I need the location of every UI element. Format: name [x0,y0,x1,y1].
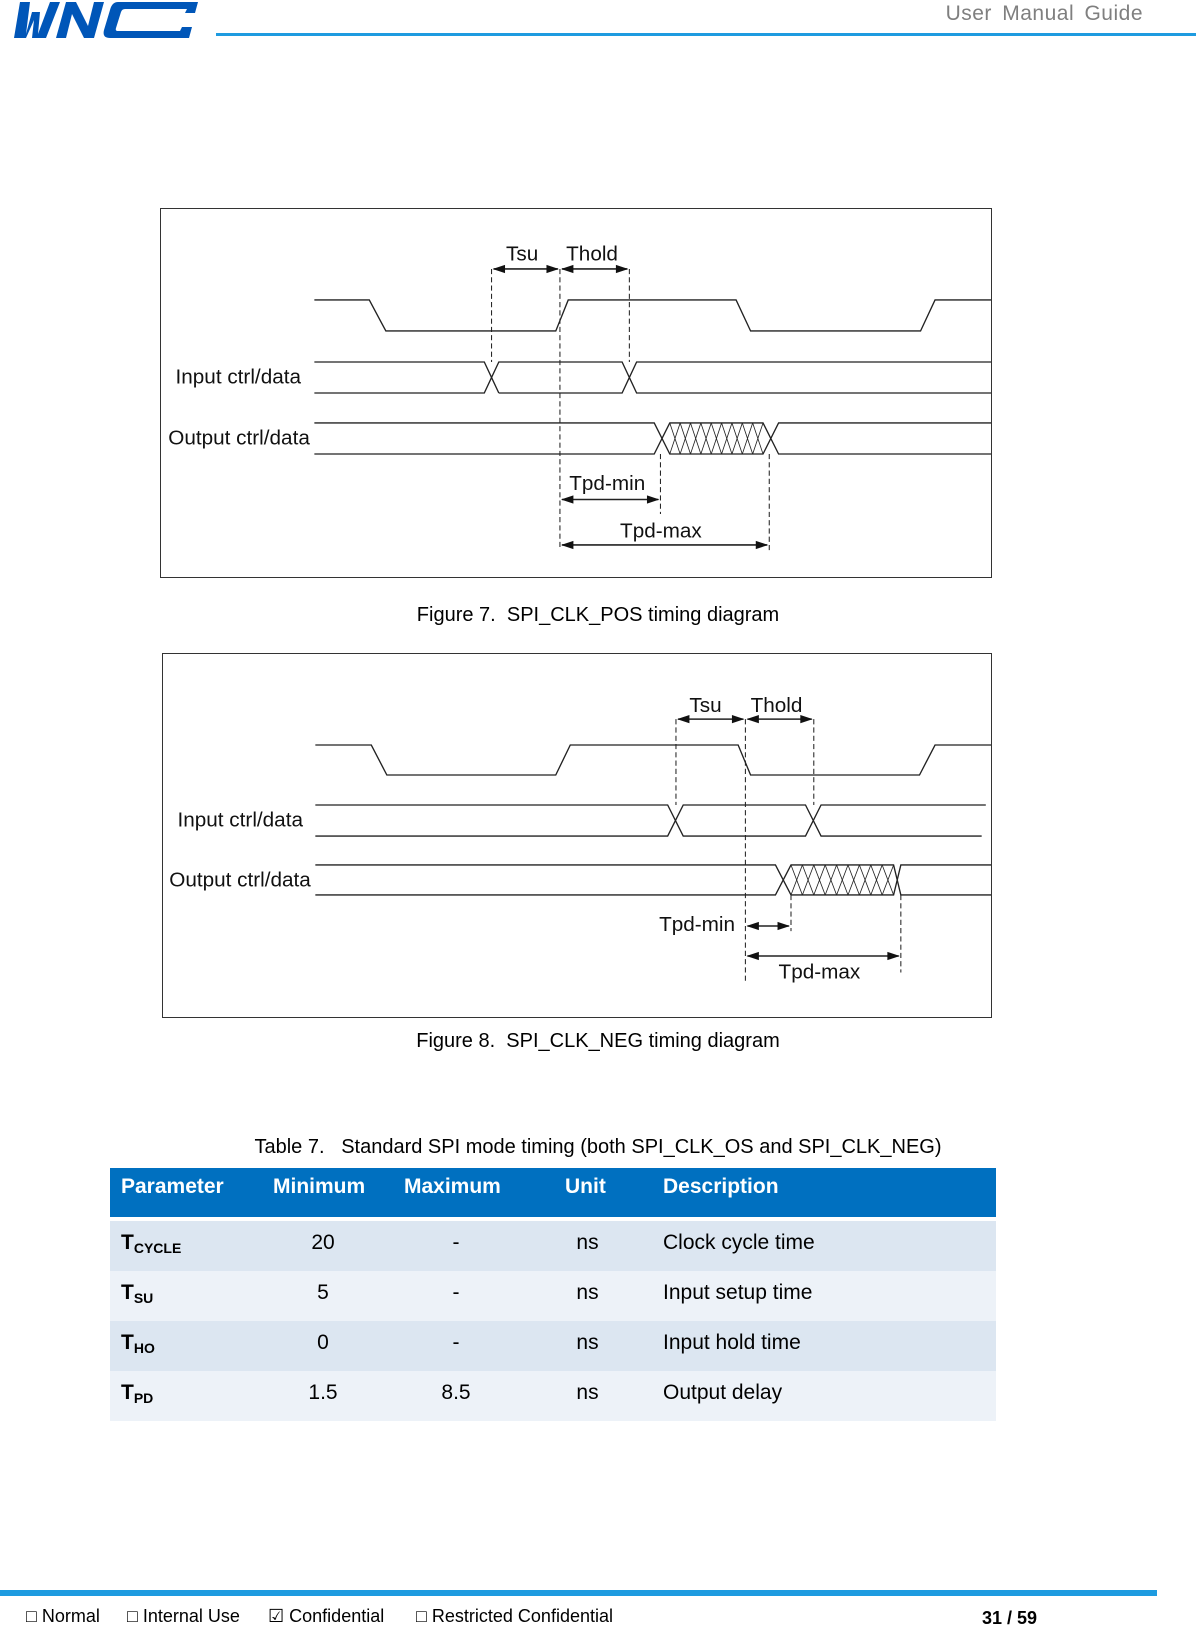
output-waveform [315,864,991,896]
classification-label: Confidential [289,1606,385,1626]
description-cell: Output delay [663,1381,783,1404]
table-row: TSU 5 - ns Input setup time [110,1271,996,1321]
input-label: Input ctrl/data [176,366,302,389]
caption-number: Figure 8. [416,1030,496,1052]
column-header: Parameter [121,1175,224,1198]
figure-7-diagram: Tsu Thold Input ctrl/data Output ctrl/da… [160,208,992,578]
output-label: Output ctrl/data [169,869,311,892]
figure-8-diagram: Tsu Thold Input ctrl/data Output ctrl/da… [162,653,992,1018]
classification-confidential: ☑ Confidential [268,1606,384,1627]
checkbox-empty-icon: □ [416,1606,427,1626]
tsu-label: Tsu [689,694,721,717]
classification-label: Restricted Confidential [431,1606,613,1626]
param-subscript: SU [133,1290,154,1306]
output-waveform [314,422,991,455]
table-header: Parameter Minimum Maximum Unit Descripti… [110,1168,996,1217]
classification-label: Normal [41,1606,100,1626]
min-cell: 1.5 [308,1381,338,1404]
classification-internal-use: □ Internal Use [127,1606,240,1627]
param-subscript: HO [133,1340,155,1356]
classification-normal: □ Normal [26,1606,100,1627]
clock-waveform [315,744,991,776]
thold-label: Thold [566,243,618,266]
tpd-min-label: Tpd-min [569,472,645,495]
parameter-cell: THO [121,1321,155,1370]
description-cell: Input hold time [663,1331,801,1354]
tpd-max-label: Tpd-max [620,520,702,543]
footer-rule [0,1590,1157,1596]
caption-text: Standard SPI mode timing (both SPI_CLK_O… [341,1136,942,1158]
tpd-min-label: Tpd-min [659,913,735,936]
caption-number: Table 7. [254,1136,325,1158]
param-symbol: T [121,1281,134,1304]
unit-cell: ns [576,1381,599,1404]
spi-timing-table: Parameter Minimum Maximum Unit Descripti… [110,1168,996,1421]
caption-text: SPI_CLK_POS timing diagram [506,604,780,626]
parameter-cell: TSU [121,1271,153,1320]
param-subscript: CYCLE [133,1240,182,1256]
output-label: Output ctrl/data [168,427,310,450]
param-symbol: T [121,1231,134,1254]
classification-label: Internal Use [142,1606,240,1626]
document-title: User Manual Guide [945,2,1143,25]
param-symbol: T [121,1331,134,1354]
param-symbol: T [121,1381,134,1404]
table-row: TPD 1.5 8.5 ns Output delay [110,1371,996,1421]
parameter-cell: TPD [121,1371,153,1420]
thold-label: Thold [751,694,803,717]
column-header: Maximum [404,1175,501,1198]
checkbox-checked-icon: ☑ [268,1606,285,1626]
unit-cell: ns [576,1281,599,1304]
max-cell: - [452,1231,460,1254]
max-cell: - [452,1331,460,1354]
unit-cell: ns [576,1231,599,1254]
input-waveform [315,804,986,837]
min-cell: 0 [317,1331,329,1354]
table-row: TCYCLE 20 - ns Clock cycle time [110,1221,996,1271]
parameter-cell: TCYCLE [121,1221,181,1270]
column-header: Description [663,1175,779,1198]
classification-restricted: □ Restricted Confidential [416,1606,613,1627]
max-cell: 8.5 [441,1381,471,1404]
unit-cell: ns [576,1331,599,1354]
tpd-max-label: Tpd-max [779,961,861,984]
input-label: Input ctrl/data [178,809,304,832]
tsu-label: Tsu [506,243,538,266]
figure-8-caption: Figure 8. SPI_CLK_NEG timing diagram [0,1030,1196,1053]
checkbox-empty-icon: □ [127,1606,138,1626]
clock-waveform [314,299,991,332]
figure-7-caption: Figure 7. SPI_CLK_POS timing diagram [0,604,1196,627]
max-cell: - [452,1281,460,1304]
caption-text: SPI_CLK_NEG timing diagram [506,1030,780,1052]
column-header: Minimum [273,1175,366,1198]
description-cell: Clock cycle time [663,1231,815,1254]
page-number: 31 / 59 [982,1608,1038,1628]
table-row: THO 0 - ns Input hold time [110,1321,996,1371]
param-subscript: PD [133,1390,154,1406]
checkbox-empty-icon: □ [26,1606,37,1626]
min-cell: 5 [317,1281,329,1304]
input-waveform-top [314,361,500,394]
table-7-caption: Table 7. Standard SPI mode timing (both … [0,1136,1196,1159]
header-rule [216,33,1196,36]
wnc-logo [14,2,198,38]
caption-number: Figure 7. [416,604,496,626]
min-cell: 20 [311,1231,335,1254]
description-cell: Input setup time [663,1281,813,1304]
column-header: Unit [565,1175,606,1198]
